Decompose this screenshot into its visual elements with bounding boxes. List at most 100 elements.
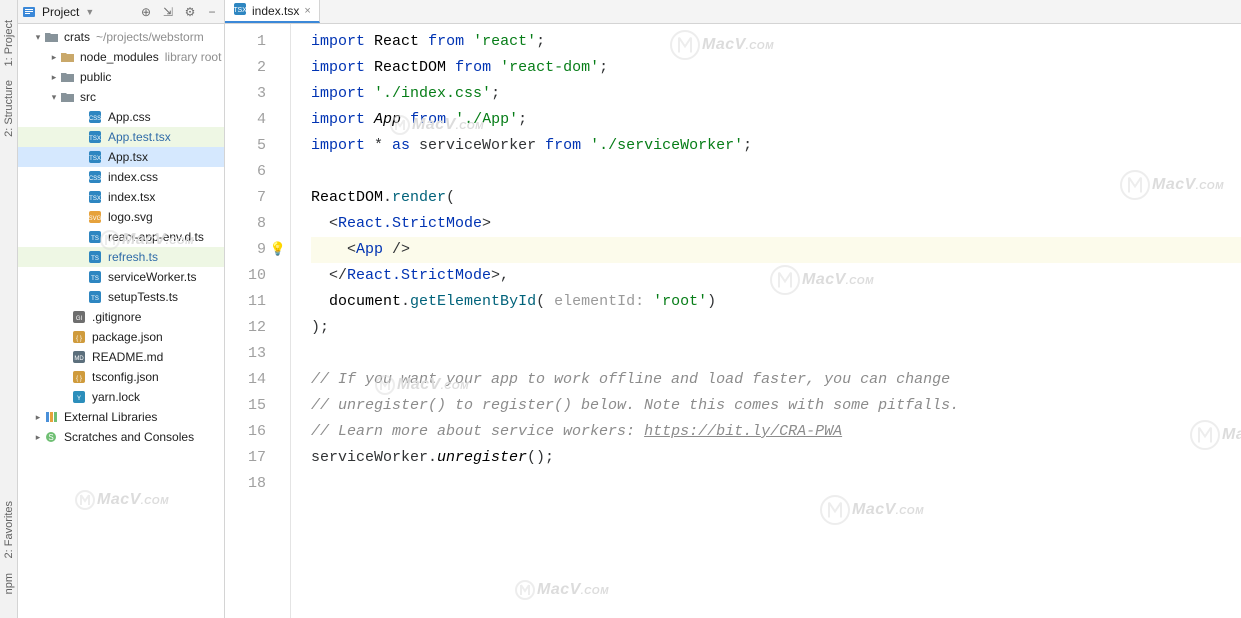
- tree-label: README.md: [92, 350, 163, 364]
- folder-lib-icon: [60, 50, 76, 64]
- gutter-line: 15: [225, 393, 290, 419]
- code-line[interactable]: import ReactDOM from 'react-dom';: [311, 55, 1241, 81]
- folder-icon: [60, 70, 76, 84]
- svg-text:GI: GI: [76, 316, 83, 322]
- svg-text:S: S: [48, 433, 53, 442]
- gutter-line: 11: [225, 289, 290, 315]
- code-line[interactable]: ReactDOM.render(: [311, 185, 1241, 211]
- tree-row-package-json[interactable]: { } package.json: [18, 327, 224, 347]
- code-line[interactable]: // unregister() to register() below. Not…: [311, 393, 1241, 419]
- chevron-down-icon[interactable]: ▼: [85, 7, 94, 17]
- project-sidebar: Project ▼ ⊕ ⇲ ⚙ − ▾crats~/projects/webst…: [18, 0, 225, 618]
- tree-row-src[interactable]: ▾src: [18, 87, 224, 107]
- tree-label: App.tsx: [108, 150, 148, 164]
- tree-row-logo-svg[interactable]: SVGlogo.svg: [18, 207, 224, 227]
- tree-row-crats[interactable]: ▾crats~/projects/webstorm: [18, 27, 224, 47]
- json-icon: { }: [72, 330, 88, 344]
- code-line[interactable]: // Learn more about service workers: htt…: [311, 419, 1241, 445]
- tab-index-tsx[interactable]: TSX index.tsx ×: [225, 0, 320, 23]
- chevron-down-icon[interactable]: ▾: [32, 32, 44, 43]
- tree-row-yarn-lock[interactable]: Yyarn.lock: [18, 387, 224, 407]
- svg-text:TSX: TSX: [89, 136, 101, 142]
- tree-row-tsconfig-json[interactable]: { }tsconfig.json: [18, 367, 224, 387]
- code-line[interactable]: [311, 341, 1241, 367]
- tree-row-setuptests-ts[interactable]: TSsetupTests.ts: [18, 287, 224, 307]
- gutter-line: 10: [225, 263, 290, 289]
- tree-row-public[interactable]: ▸public: [18, 67, 224, 87]
- tree-row-scratches-and-consoles[interactable]: ▸SScratches and Consoles: [18, 427, 224, 447]
- ts-icon: TS: [88, 230, 104, 244]
- gutter-line: 16: [225, 419, 290, 445]
- intention-bulb-icon[interactable]: 💡: [270, 237, 286, 263]
- sidebar-header: Project ▼ ⊕ ⇲ ⚙ −: [18, 0, 224, 24]
- tree-row-readme-md[interactable]: MD README.md: [18, 347, 224, 367]
- code-line[interactable]: <React.StrictMode>: [311, 211, 1241, 237]
- css-icon: CSS: [88, 170, 104, 184]
- code-line[interactable]: // If you want your app to work offline …: [311, 367, 1241, 393]
- svg-text:{ }: { }: [76, 376, 82, 382]
- tree-row-index-css[interactable]: CSSindex.css: [18, 167, 224, 187]
- tree-hint: library root: [165, 50, 222, 64]
- expand-all-button[interactable]: ⇲: [160, 4, 176, 20]
- tool-npm[interactable]: npm: [3, 573, 15, 594]
- tree-label: App.test.tsx: [108, 130, 171, 144]
- ts-icon: TS: [88, 250, 104, 264]
- tool-structure[interactable]: 2: Structure: [3, 80, 15, 137]
- code-line[interactable]: import React from 'react';: [311, 29, 1241, 55]
- tree-row-app-test-tsx[interactable]: TSX App.test.tsx: [18, 127, 224, 147]
- svg-text:TSX: TSX: [233, 7, 247, 14]
- tool-project[interactable]: 1: Project: [3, 20, 15, 66]
- chevron-right-icon[interactable]: ▸: [48, 72, 60, 83]
- select-opened-button[interactable]: ⊕: [138, 4, 154, 20]
- gutter-line: 1: [225, 29, 290, 55]
- tree-row-app-css[interactable]: CSSApp.css: [18, 107, 224, 127]
- tree-row-external-libraries[interactable]: ▸External Libraries: [18, 407, 224, 427]
- svg-text:MD: MD: [74, 356, 84, 362]
- project-tree[interactable]: ▾crats~/projects/webstorm▸node_modulesli…: [18, 24, 224, 618]
- code-line[interactable]: [311, 471, 1241, 497]
- tab-bar: TSX index.tsx ×: [225, 0, 1241, 24]
- tree-row-app-tsx[interactable]: TSX App.tsx: [18, 147, 224, 167]
- code-content[interactable]: import React from 'react';import ReactDO…: [291, 24, 1241, 618]
- svg-text:Y: Y: [77, 396, 81, 402]
- code-line[interactable]: <App />: [311, 237, 1241, 263]
- code-line[interactable]: document.getElementById( elementId: 'roo…: [311, 289, 1241, 315]
- tree-label: .gitignore: [92, 310, 141, 324]
- code-line[interactable]: serviceWorker.unregister();: [311, 445, 1241, 471]
- svg-text:TS: TS: [91, 296, 99, 302]
- tree-row-serviceworker-ts[interactable]: TSserviceWorker.ts: [18, 267, 224, 287]
- svg-text:TSX: TSX: [89, 156, 101, 162]
- code-line[interactable]: [311, 159, 1241, 185]
- gutter-line: 9💡: [225, 237, 290, 263]
- ts-icon: TS: [88, 290, 104, 304]
- gutter-line: 14: [225, 367, 290, 393]
- tree-row-refresh-ts[interactable]: TSrefresh.ts: [18, 247, 224, 267]
- css-icon: CSS: [88, 110, 104, 124]
- settings-button[interactable]: ⚙: [182, 4, 198, 20]
- tree-label: package.json: [92, 330, 163, 344]
- tree-row-react-app-env-d-ts[interactable]: TSreact-app-env.d.ts: [18, 227, 224, 247]
- tool-favorites[interactable]: 2: Favorites: [3, 501, 15, 558]
- tree-row--gitignore[interactable]: GI .gitignore: [18, 307, 224, 327]
- svg-text:CSS: CSS: [89, 176, 101, 182]
- tree-label: index.tsx: [108, 190, 155, 204]
- chevron-right-icon[interactable]: ▸: [32, 412, 44, 423]
- svg-text:CSS: CSS: [89, 116, 101, 122]
- code-line[interactable]: );: [311, 315, 1241, 341]
- svg-text:TS: TS: [91, 276, 99, 282]
- code-line[interactable]: import './index.css';: [311, 81, 1241, 107]
- close-icon[interactable]: ×: [304, 5, 310, 17]
- chevron-right-icon[interactable]: ▸: [48, 52, 60, 63]
- tree-row-index-tsx[interactable]: TSXindex.tsx: [18, 187, 224, 207]
- svg-text:TS: TS: [91, 256, 99, 262]
- tree-row-node-modules[interactable]: ▸node_moduleslibrary root: [18, 47, 224, 67]
- hide-button[interactable]: −: [204, 4, 220, 20]
- tsx-icon: TSX: [88, 130, 104, 144]
- code-line[interactable]: import App from './App';: [311, 107, 1241, 133]
- chevron-down-icon[interactable]: ▾: [48, 92, 60, 103]
- gutter: 123456789💡101112131415161718: [225, 24, 291, 618]
- code-line[interactable]: </React.StrictMode>,: [311, 263, 1241, 289]
- chevron-right-icon[interactable]: ▸: [32, 432, 44, 443]
- code-line[interactable]: import * as serviceWorker from './servic…: [311, 133, 1241, 159]
- code-area[interactable]: 123456789💡101112131415161718 import Reac…: [225, 24, 1241, 618]
